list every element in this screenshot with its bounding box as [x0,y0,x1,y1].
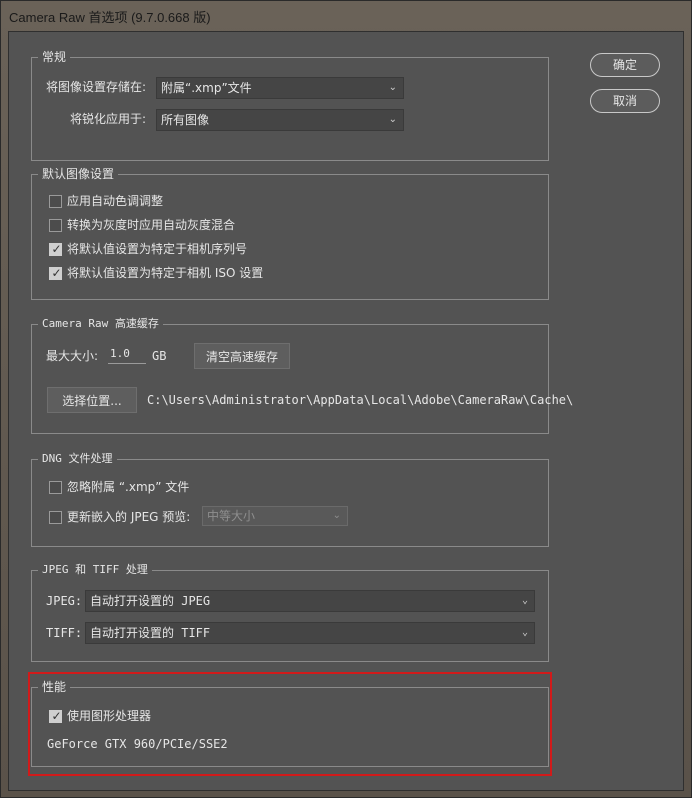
ok-button[interactable]: 确定 [590,53,660,77]
update-preview-label: 更新嵌入的 JPEG 预览: [67,510,191,524]
preferences-window: Camera Raw 首选项 (9.7.0.668 版) 确定 取消 常规 将图… [0,0,692,798]
cache-legend: Camera Raw 高速缓存 [38,316,163,332]
jpeg-label: JPEG: [46,594,83,608]
ignore-xmp-label: 忽略附属 “.xmp” 文件 [67,480,190,494]
auto-tone-label: 应用自动色调调整 [67,194,164,208]
save-settings-value: 附属“.xmp”文件 [161,81,252,95]
save-settings-label: 将图像设置存储在: [46,80,147,94]
general-group: 常规 将图像设置存储在: 附属“.xmp”文件 ⌄ 将锐化应用于: 所有图像 ⌄ [31,49,549,161]
max-size-unit: GB [152,349,167,363]
camera-serial-checkbox[interactable]: ✓ [49,242,62,256]
purge-cache-button[interactable]: 清空高速缓存 [194,343,290,369]
chevron-down-icon: ⌄ [521,595,528,606]
sharpen-value: 所有图像 [161,113,210,127]
default-settings-group: 默认图像设置 应用自动色调调整 转换为灰度时应用自动灰度混合 ✓ 将默认值设置为… [31,166,549,300]
highlight-box [28,672,552,776]
dng-legend: DNG 文件处理 [38,451,117,467]
save-settings-select[interactable]: 附属“.xmp”文件 ⌄ [156,77,404,99]
tiff-label: TIFF: [46,626,83,640]
general-legend: 常规 [38,49,71,65]
default-settings-legend: 默认图像设置 [38,166,119,182]
cancel-button[interactable]: 取消 [590,89,660,113]
jpeg-handling-select[interactable]: 自动打开设置的 JPEG ⌄ [85,590,535,612]
select-location-button[interactable]: 选择位置... [47,387,137,413]
chevron-down-icon: ⌄ [388,114,397,125]
ignore-xmp-checkbox[interactable] [49,481,62,494]
preview-size-select[interactable]: 中等大小 ⌄ [202,506,348,526]
auto-grayscale-checkbox[interactable] [49,219,62,232]
dng-group: DNG 文件处理 忽略附属 “.xmp” 文件 更新嵌入的 JPEG 预览: 中… [31,451,549,547]
cache-path: C:\Users\Administrator\AppData\Local\Ado… [147,393,574,407]
chevron-down-icon: ⌄ [388,82,397,93]
tiff-handling-select[interactable]: 自动打开设置的 TIFF ⌄ [85,622,535,644]
jpeg-handling-value: 自动打开设置的 JPEG [90,594,211,608]
cache-group: Camera Raw 高速缓存 最大大小: 1.0 GB 清空高速缓存 选择位置… [31,316,573,434]
jpeg-tiff-group: JPEG 和 TIFF 处理 JPEG: 自动打开设置的 JPEG ⌄ TIFF… [31,562,549,662]
chevron-down-icon: ⌄ [332,510,341,521]
auto-tone-checkbox[interactable] [49,195,62,208]
camera-serial-label: 将默认值设置为特定于相机序列号 [67,242,248,256]
camera-iso-label: 将默认值设置为特定于相机 ISO 设置 [67,266,264,280]
max-size-label: 最大大小: [46,349,99,363]
checkmark-icon: ✓ [51,242,62,256]
jpeg-tiff-legend: JPEG 和 TIFF 处理 [38,562,152,578]
update-preview-checkbox[interactable] [49,511,62,524]
dialog-client-area: 确定 取消 常规 将图像设置存储在: 附属“.xmp”文件 ⌄ 将锐化应用于: … [8,31,684,791]
sharpen-select[interactable]: 所有图像 ⌄ [156,109,404,131]
auto-grayscale-label: 转换为灰度时应用自动灰度混合 [67,218,236,232]
tiff-handling-value: 自动打开设置的 TIFF [90,626,211,640]
max-size-input[interactable]: 1.0 [108,346,146,364]
sharpen-label: 将锐化应用于: [70,112,147,126]
preview-size-value: 中等大小 [207,509,256,523]
window-title: Camera Raw 首选项 (9.7.0.668 版) [9,10,211,25]
chevron-down-icon: ⌄ [521,627,528,638]
checkmark-icon: ✓ [51,266,62,280]
camera-iso-checkbox[interactable]: ✓ [49,266,62,280]
